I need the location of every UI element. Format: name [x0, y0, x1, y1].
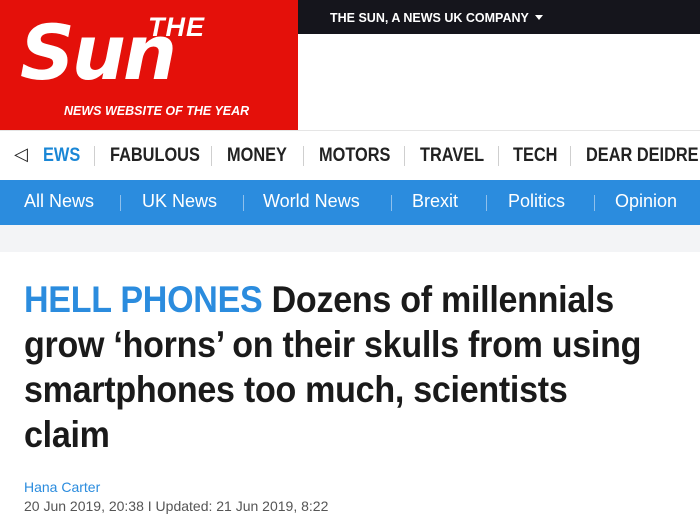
company-menu[interactable]: THE SUN, A NEWS UK COMPANY — [330, 11, 543, 25]
subnav-item-all-news[interactable]: All News — [24, 191, 94, 212]
subnav-divider — [120, 195, 121, 211]
subnav-item-politics[interactable]: Politics — [508, 191, 565, 212]
logo-sun-text: Sun — [20, 8, 177, 97]
chevron-left-icon[interactable]: ◁ — [14, 144, 28, 165]
author-link[interactable]: Hana Carter — [24, 479, 100, 495]
company-label: THE SUN, A NEWS UK COMPANY — [330, 11, 529, 25]
section-divider — [303, 146, 304, 166]
subnav-divider — [594, 195, 595, 211]
subnav-item-opinion[interactable]: Opinion — [615, 191, 677, 212]
subnav-divider — [486, 195, 487, 211]
section-divider — [404, 146, 405, 166]
section-nav: ◁ EWS FABULOUS MONEY MOTORS TRAVEL TECH … — [0, 130, 700, 180]
subnav-divider — [243, 195, 244, 211]
sun-logo[interactable]: THE Sun NEWS WEBSITE OF THE YEAR — [0, 0, 298, 130]
subnav-item-brexit[interactable]: Brexit — [412, 191, 458, 212]
section-divider — [94, 146, 95, 166]
section-divider — [211, 146, 212, 166]
section-divider — [498, 146, 499, 166]
headline-kicker: HELL PHONES — [24, 279, 263, 320]
section-divider — [570, 146, 571, 166]
subnav-item-uk-news[interactable]: UK News — [142, 191, 217, 212]
article: HELL PHONES Dozens of millennials grow ‘… — [0, 252, 700, 532]
section-item-money[interactable]: MONEY — [227, 145, 287, 167]
top-bar: THE SUN, A NEWS UK COMPANY — [298, 0, 700, 34]
chevron-down-icon — [534, 15, 543, 21]
section-item-news[interactable]: EWS — [43, 145, 80, 167]
section-item-fabulous[interactable]: FABULOUS — [110, 145, 200, 167]
site-header: THE Sun NEWS WEBSITE OF THE YEAR THE SUN… — [0, 0, 700, 130]
sub-nav: All News UK News World News Brexit Polit… — [0, 180, 700, 225]
section-item-tech[interactable]: TECH — [513, 145, 557, 167]
section-item-motors[interactable]: MOTORS — [319, 145, 390, 167]
logo-tagline: NEWS WEBSITE OF THE YEAR — [64, 104, 250, 118]
section-item-travel[interactable]: TRAVEL — [420, 145, 484, 167]
article-dateline: 20 Jun 2019, 20:38 I Updated: 21 Jun 201… — [24, 498, 329, 514]
subnav-divider — [391, 195, 392, 211]
subnav-item-world-news[interactable]: World News — [263, 191, 360, 212]
section-item-dear-deidre[interactable]: DEAR DEIDRE — [586, 145, 699, 167]
article-headline: HELL PHONES Dozens of millennials grow ‘… — [24, 277, 659, 457]
